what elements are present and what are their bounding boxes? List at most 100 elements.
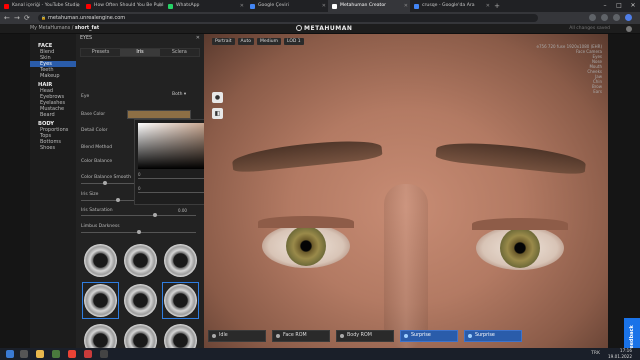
close-icon[interactable]: ✕ [196, 35, 200, 41]
breadcrumb-root[interactable]: My MetaHumans / [30, 26, 75, 31]
close-tab-icon[interactable]: ✕ [322, 0, 326, 12]
iris-preset[interactable] [164, 284, 197, 317]
animation-label: Idle [219, 333, 228, 338]
viewport-tool-button[interactable]: LOD 1 [284, 38, 304, 45]
browser-tab[interactable]: Metahuman Creator ✕ [328, 0, 410, 12]
tab-presets[interactable]: Presets [81, 49, 121, 56]
play-icon [340, 334, 344, 338]
maximize-icon[interactable]: □ [612, 0, 626, 12]
user-avatar[interactable] [626, 26, 632, 32]
address-bar-row: ← → ⟳ 🔒 metahuman.unrealengine.com [0, 12, 640, 24]
viewport-tool-button[interactable]: Auto [237, 38, 254, 45]
lock-icon: 🔒 [41, 15, 46, 20]
unreal-icon[interactable] [100, 350, 108, 358]
slider-thumb[interactable] [137, 230, 141, 234]
color-balance-smooth-slider[interactable] [81, 183, 135, 184]
right-eyelid [472, 218, 568, 230]
close-tab-icon[interactable]: ✕ [158, 0, 162, 12]
animation-chip[interactable]: Idle [208, 330, 266, 342]
close-tab-icon[interactable]: ✕ [76, 0, 80, 12]
file-explorer-icon[interactable] [36, 350, 44, 358]
extension-icon[interactable] [613, 14, 620, 21]
base-color-swatch[interactable] [127, 110, 191, 119]
close-window-icon[interactable]: ✕ [626, 0, 640, 12]
browser-toolbar-icons [589, 14, 632, 21]
viewport-info-line: Ears [593, 89, 602, 94]
search-icon[interactable] [20, 350, 28, 358]
iris-saturation-slider[interactable] [81, 215, 196, 216]
tab-label: Google Çeviri [258, 3, 289, 8]
iris-saturation-label: Iris Saturation [81, 208, 113, 213]
animation-chip[interactable]: Face ROM [272, 330, 330, 342]
slider-thumb[interactable] [153, 213, 157, 217]
breadcrumb[interactable]: My MetaHumans / short_fat [30, 24, 99, 34]
iris-preset[interactable] [124, 284, 157, 317]
brand-text: METAHUMAN [304, 25, 353, 32]
back-icon[interactable]: ← [4, 12, 10, 24]
keyboard-language[interactable]: TRK [591, 348, 600, 360]
character-viewport[interactable]: Portrait Auto Medium LOD 1 e756 720 fuse 19… [204, 34, 608, 348]
animation-label: Surprise [475, 333, 495, 338]
tab-label: WhatsApp [176, 3, 200, 8]
browser-tab[interactable]: How Often Should You Be Publishing✕ [82, 0, 164, 12]
viewport-tool-button[interactable]: Portrait [212, 38, 235, 45]
right-eyebrow [435, 138, 587, 176]
viewport-tool-button[interactable]: Medium [257, 38, 281, 45]
animation-chip[interactable]: Body ROM [336, 330, 394, 342]
tab-label: Metahuman Creator [340, 3, 387, 8]
animation-label: Surprise [411, 333, 431, 338]
extension-icon[interactable] [601, 14, 608, 21]
blend-method-label: Blend Method [81, 145, 113, 150]
tab-sclera[interactable]: Sclera [159, 49, 199, 56]
reload-icon[interactable]: ⟳ [24, 12, 30, 24]
limbus-darkness-label: Limbus Darkness [81, 224, 120, 229]
extension-icon[interactable] [589, 14, 596, 21]
browser-tab[interactable]: crusqe - Google'da Ara ✕ [410, 0, 492, 12]
iris-preset[interactable] [84, 244, 117, 277]
browser-tab[interactable]: Google Çeviri ✕ [246, 0, 328, 12]
minimize-icon[interactable]: – [598, 0, 612, 12]
nav-item[interactable]: Makeup [30, 73, 76, 79]
panel-tabs: Presets Iris Sclera [80, 48, 200, 57]
app-icon[interactable] [52, 350, 60, 358]
iris-preset[interactable] [84, 284, 117, 317]
iris-preset[interactable] [124, 244, 157, 277]
browser-tab[interactable]: Kanal içeriği - YouTube Studio ✕ [0, 0, 82, 12]
url-input[interactable]: 🔒 metahuman.unrealengine.com [38, 14, 538, 22]
picker-value: 0 [138, 172, 141, 177]
play-icon [468, 334, 472, 338]
forward-icon[interactable]: → [14, 12, 20, 24]
chrome-icon[interactable] [68, 350, 76, 358]
favicon-icon [332, 3, 337, 9]
eye-select[interactable]: Both ▾ [172, 92, 186, 97]
close-tab-icon[interactable]: ✕ [486, 0, 490, 12]
windows-start-icon[interactable] [6, 350, 14, 358]
animation-chip[interactable]: Surprise [464, 330, 522, 342]
chevron-down-icon: ▾ [183, 92, 187, 97]
iris-size-slider[interactable] [81, 200, 135, 201]
animation-chip[interactable]: Surprise [400, 330, 458, 342]
close-tab-icon[interactable]: ✕ [240, 0, 244, 12]
nav-item[interactable]: Shoes [30, 145, 76, 151]
left-nav: FACE Blend Skin Eyes Teeth Makeup HAIR Head Eyeb… [30, 34, 76, 348]
metahuman-app: My MetaHumans / short_fat METAHUMAN All … [0, 24, 640, 360]
nav-item[interactable]: Beard [30, 112, 76, 118]
app-icon[interactable] [84, 350, 92, 358]
slider-thumb[interactable] [116, 198, 120, 202]
clock[interactable]: 17:16 19.01.2022 [608, 348, 632, 360]
browser-tab[interactable]: WhatsApp ✕ [164, 0, 246, 12]
window-controls: – □ ✕ [598, 0, 640, 12]
iris-saturation-value[interactable]: 0.00 [178, 208, 187, 213]
save-status: All changes saved [569, 26, 610, 31]
iris-preset[interactable] [164, 244, 197, 277]
viewport-camera-icon[interactable]: ◧ [212, 108, 223, 119]
new-tab-button[interactable]: + [492, 0, 502, 12]
eye-label: Eye [81, 94, 90, 99]
tab-label: Kanal içeriği - YouTube Studio [12, 3, 80, 8]
profile-avatar[interactable] [625, 14, 632, 21]
viewport-light-icon[interactable]: ● [212, 92, 223, 103]
close-tab-icon[interactable]: ✕ [404, 0, 408, 12]
slider-thumb[interactable] [103, 181, 107, 185]
tab-iris[interactable]: Iris [120, 49, 160, 56]
clock-date: 19.01.2022 [608, 354, 632, 359]
